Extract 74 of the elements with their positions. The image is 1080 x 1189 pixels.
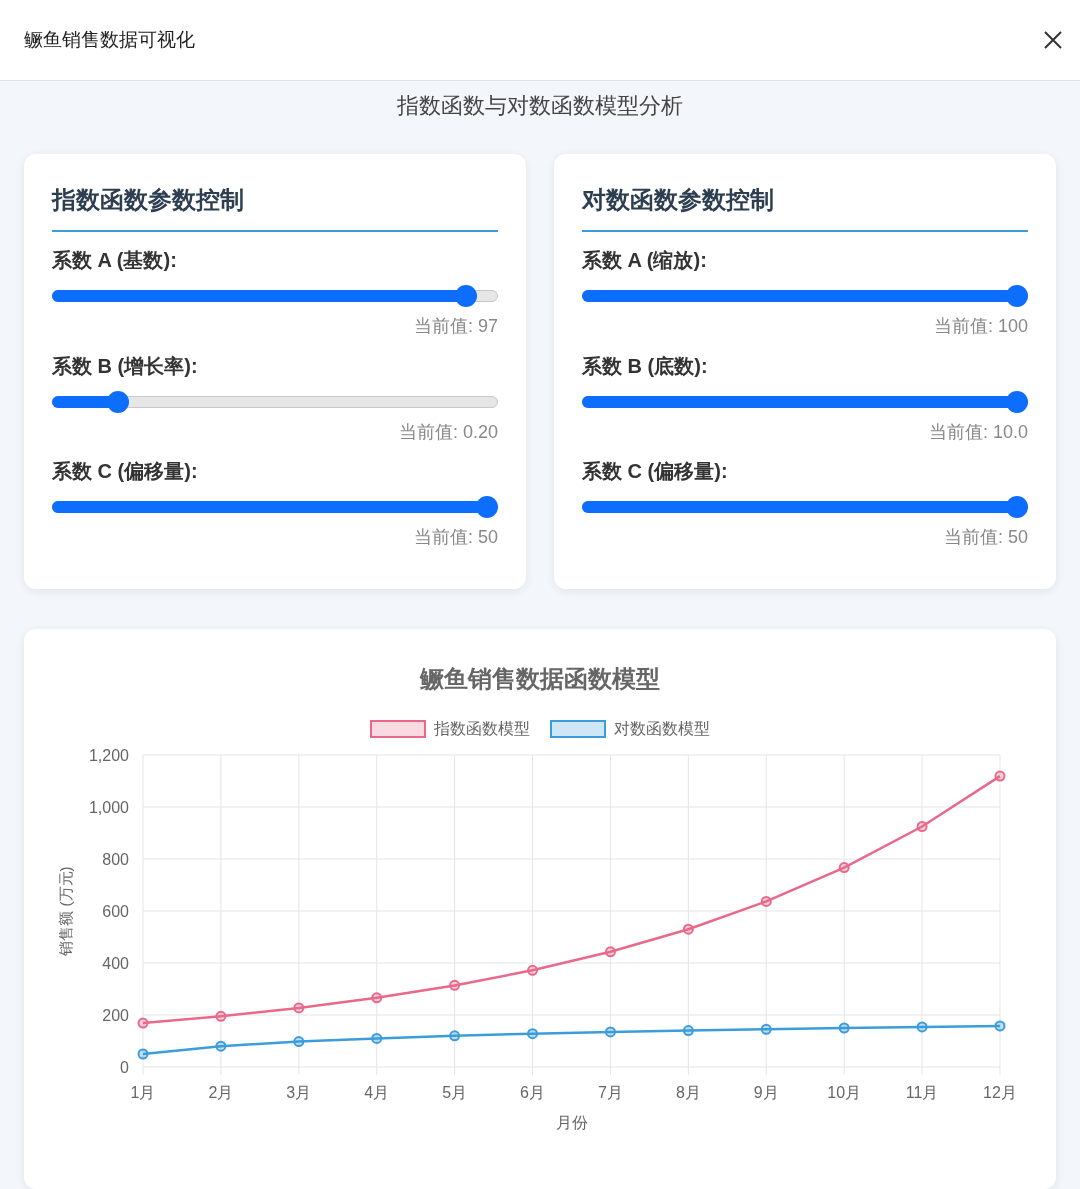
data-point: [215, 1040, 227, 1052]
data-point: [293, 1035, 305, 1047]
y-tick-label: 600: [102, 902, 129, 920]
legend-swatch[interactable]: [370, 719, 426, 738]
y-tick-label: 0: [120, 1058, 129, 1076]
x-tick-label: 10月: [827, 1083, 862, 1101]
x-tick-label: 3月: [286, 1083, 312, 1101]
data-point: [994, 770, 1006, 782]
window-title: 鳜鱼销售数据可视化: [24, 27, 195, 52]
data-point: [371, 991, 383, 1003]
legend-swatch[interactable]: [550, 719, 606, 738]
x-tick-label: 6月: [520, 1083, 545, 1101]
slider-thumb[interactable]: [1006, 390, 1028, 413]
current-value: 当前值: 50: [412, 526, 498, 549]
y-tick-label: 400: [102, 954, 129, 972]
slider-thumb[interactable]: [1006, 285, 1028, 307]
x-tick-label: 2月: [208, 1083, 234, 1101]
card-title: 指数函数参数控制: [52, 182, 498, 232]
data-point: [760, 1023, 772, 1035]
slider-label: 系数 B (底数):: [582, 353, 709, 379]
slider-label: 系数 B (增长率):: [52, 353, 199, 379]
slider-track[interactable]: [52, 395, 498, 408]
x-tick-label: 12月: [983, 1083, 1017, 1101]
data-point: [449, 979, 461, 991]
data-point: [449, 1029, 461, 1041]
slider-label: 系数 C (偏移量):: [582, 459, 729, 484]
data-point: [838, 861, 850, 873]
current-value: 当前值: 10.0: [927, 420, 1028, 443]
x-tick-label: 8月: [675, 1083, 701, 1101]
slider-label: 系数 A (缩放):: [582, 248, 708, 273]
data-point: [916, 1020, 928, 1032]
data-point: [916, 820, 928, 832]
y-axis-title: 销售额 (万元): [57, 865, 74, 956]
legend-label: 对数函数模型: [614, 718, 710, 739]
slider-thumb[interactable]: [107, 390, 130, 413]
data-point: [137, 1048, 149, 1059]
y-tick-label: 800: [102, 850, 129, 868]
x-axis-title: 月份: [555, 1113, 588, 1130]
legend-label: 指数函数模型: [434, 718, 530, 739]
data-point: [994, 1019, 1006, 1031]
slider-thumb[interactable]: [476, 496, 498, 518]
data-point: [527, 964, 539, 976]
chart-title: 鳜鱼销售数据函数模型: [418, 663, 661, 694]
slider-thumb[interactable]: [454, 285, 477, 307]
close-icon[interactable]: [1042, 29, 1064, 51]
slider-thumb[interactable]: [1006, 496, 1028, 518]
data-point: [137, 1017, 149, 1029]
x-tick-label: 9月: [753, 1083, 779, 1101]
card-title: 对数函数参数控制: [582, 182, 1028, 232]
page-subtitle: 指数函数与对数函数模型分析: [396, 92, 684, 120]
current-value: 当前值: 0.20: [397, 420, 498, 443]
data-point: [760, 895, 772, 907]
data-point: [604, 1025, 616, 1037]
data-point: [682, 923, 694, 935]
data-point: [371, 1032, 383, 1044]
x-tick-label: 4月: [364, 1083, 390, 1101]
x-tick-label: 1月: [130, 1083, 156, 1101]
y-tick-label: 1,200: [88, 746, 129, 764]
current-value: 当前值: 100: [932, 315, 1028, 338]
data-point: [293, 1002, 305, 1013]
slider-label: 系数 A (基数):: [52, 248, 178, 273]
x-tick-label: 5月: [442, 1083, 468, 1101]
x-tick-label: 11月: [905, 1083, 939, 1101]
current-value: 当前值: 50: [942, 526, 1028, 549]
data-point: [527, 1027, 539, 1039]
data-point: [215, 1010, 227, 1022]
y-tick-label: 1,000: [88, 798, 129, 816]
y-tick-label: 200: [102, 1006, 129, 1024]
data-point: [682, 1024, 694, 1036]
slider-label: 系数 C (偏移量):: [52, 459, 199, 484]
data-point: [604, 945, 616, 957]
current-value: 当前值: 97: [412, 315, 498, 338]
data-point: [838, 1022, 850, 1033]
x-tick-label: 7月: [598, 1083, 623, 1101]
